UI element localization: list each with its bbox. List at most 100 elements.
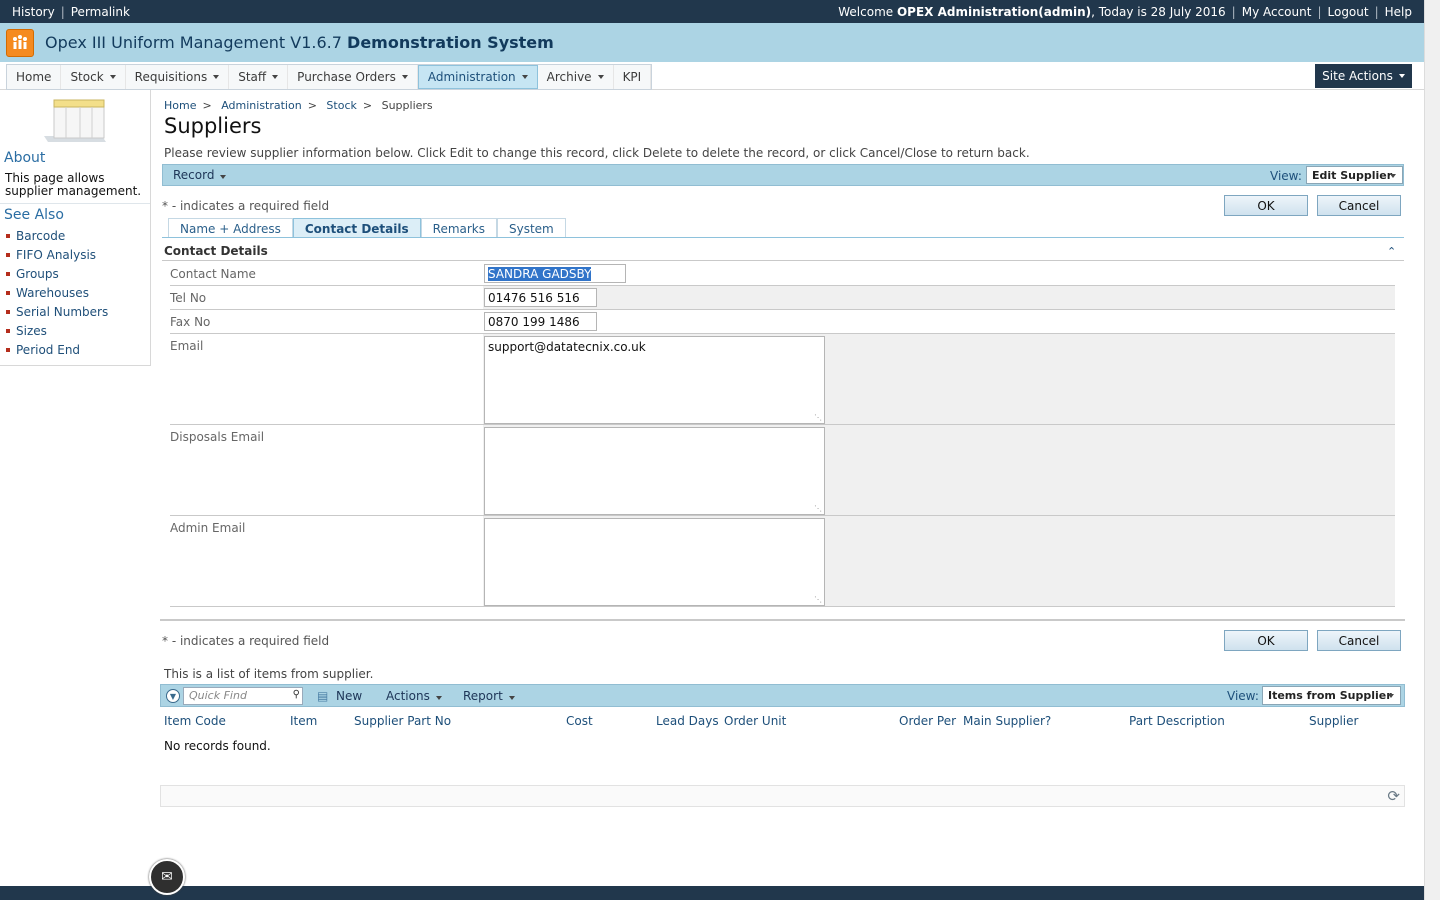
nav-item-requisitions[interactable]: Requisitions <box>126 65 230 89</box>
report-menu[interactable]: Report <box>463 689 515 703</box>
column-header-part-description[interactable]: Part Description <box>1129 714 1225 728</box>
breadcrumb-current: Suppliers <box>381 99 433 112</box>
tab-name-address[interactable]: Name + Address <box>168 218 293 238</box>
nav-item-home[interactable]: Home <box>7 65 62 89</box>
view-select[interactable]: Edit Supplier <box>1306 166 1403 184</box>
welcome-prefix: Welcome <box>838 4 894 19</box>
nav-item-purchase-orders[interactable]: Purchase Orders <box>288 65 418 89</box>
disposals-email-row: Disposals Email ⋱ <box>170 425 1395 516</box>
see-also-link-sizes[interactable]: Sizes <box>6 321 108 340</box>
resize-grip-icon[interactable]: ⋱ <box>814 413 822 422</box>
tab-system[interactable]: System <box>497 218 566 238</box>
mail-icon[interactable]: ✉ <box>149 859 185 895</box>
email-textarea[interactable]: support@datatecnix.co.uk ⋱ <box>484 336 825 424</box>
actions-menu[interactable]: Actions <box>386 689 442 703</box>
nav-item-administration[interactable]: Administration <box>417 65 538 89</box>
bullet-icon <box>6 328 10 333</box>
field-cell: ⋱ <box>483 516 1395 606</box>
ok-button-bottom[interactable]: OK <box>1224 630 1308 651</box>
quick-find-toggle-icon[interactable]: ▼ <box>166 689 180 703</box>
top-nav: Home Stock Requisitions Staff Purchase Order… <box>6 64 653 90</box>
breadcrumb-administration[interactable]: Administration <box>221 99 302 112</box>
admin-email-label: Admin Email <box>170 521 246 535</box>
contact-name-input[interactable]: SANDRA GADSBY <box>484 264 626 283</box>
permalink-link[interactable]: Permalink <box>71 5 130 19</box>
disposals-email-label: Disposals Email <box>170 430 265 444</box>
vertical-scrollbar[interactable] <box>1424 0 1440 900</box>
app-logo-icon[interactable] <box>6 28 34 57</box>
separator: | <box>1231 4 1236 19</box>
history-link[interactable]: History <box>12 5 55 19</box>
fax-no-input[interactable]: 0870 199 1486 <box>484 312 597 331</box>
bullet-icon <box>6 309 10 314</box>
column-header-order-unit[interactable]: Order Unit <box>724 714 786 728</box>
see-also-link-groups[interactable]: Groups <box>6 264 108 283</box>
app-title: Opex III Uniform Management V1.6.7 Demon… <box>45 33 554 52</box>
help-link[interactable]: Help <box>1385 5 1412 19</box>
nav-item-stock[interactable]: Stock <box>61 65 126 89</box>
nav-item-kpi[interactable]: KPI <box>614 65 652 89</box>
form-bottom-divider <box>160 619 1405 621</box>
search-icon[interactable]: ⚲ <box>293 689 300 700</box>
breadcrumb-home[interactable]: Home <box>164 99 196 112</box>
bottom-bar <box>0 886 1424 900</box>
chevron-down-icon <box>521 75 528 79</box>
column-header-order-per[interactable]: Order Per <box>899 714 956 728</box>
chevron-down-icon <box>109 75 116 79</box>
refresh-icon[interactable]: ⟳ <box>1387 787 1400 805</box>
chevron-down-icon <box>435 696 442 700</box>
cancel-button-bottom[interactable]: Cancel <box>1317 630 1401 651</box>
divider <box>0 203 150 204</box>
column-header-cost[interactable]: Cost <box>566 714 593 728</box>
grid-footer: ⟳ <box>160 785 1405 807</box>
bullet-icon <box>6 252 10 257</box>
see-also-link-serial-numbers[interactable]: Serial Numbers <box>6 302 108 321</box>
see-also-link-fifo-analysis[interactable]: FIFO Analysis <box>6 245 108 264</box>
column-header-lead-days[interactable]: Lead Days <box>656 714 719 728</box>
column-header-supplier[interactable]: Supplier <box>1309 714 1358 728</box>
page-image-icon <box>44 99 106 142</box>
column-header-item[interactable]: Item <box>290 714 317 728</box>
see-also-link-period-end[interactable]: Period End <box>6 340 108 359</box>
ok-button[interactable]: OK <box>1224 195 1308 216</box>
nav-item-archive[interactable]: Archive <box>538 65 614 89</box>
disposals-email-textarea[interactable]: ⋱ <box>484 427 825 515</box>
column-header-main-supplier[interactable]: Main Supplier? <box>963 714 1051 728</box>
email-label: Email <box>170 339 204 353</box>
tel-no-label: Tel No <box>170 291 207 305</box>
email-row: Email support@datatecnix.co.uk ⋱ <box>170 334 1395 425</box>
chevron-down-icon <box>1390 174 1396 178</box>
admin-email-row: Admin Email ⋱ <box>170 516 1395 607</box>
resize-grip-icon[interactable]: ⋱ <box>814 595 822 604</box>
admin-email-textarea[interactable]: ⋱ <box>484 518 825 606</box>
quick-find-input[interactable]: Quick Find ⚲ <box>183 687 303 705</box>
column-header-item-code[interactable]: Item Code <box>164 714 226 728</box>
items-view-select[interactable]: Items from Supplier <box>1262 686 1401 705</box>
field-cell: 01476 516 516 <box>483 286 1395 309</box>
chevron-down-icon <box>213 75 220 79</box>
cancel-button[interactable]: Cancel <box>1317 195 1401 216</box>
chevron-down-icon <box>272 75 279 79</box>
tab-contact-details[interactable]: Contact Details <box>292 218 421 238</box>
nav-item-staff[interactable]: Staff <box>229 65 289 89</box>
chevron-down-icon <box>597 75 604 79</box>
items-view-label: View: <box>1227 689 1259 703</box>
collapse-icon[interactable]: ⌃ <box>1387 245 1396 258</box>
tab-remarks[interactable]: Remarks <box>420 218 497 238</box>
site-actions-button[interactable]: Site Actions <box>1315 64 1412 88</box>
see-also-heading: See Also <box>4 207 64 223</box>
section-divider <box>162 260 1404 261</box>
chevron-down-icon <box>1388 694 1394 698</box>
fax-no-row: Fax No 0870 199 1486 <box>170 310 1395 334</box>
record-menu[interactable]: Record <box>173 168 227 182</box>
see-also-link-warehouses[interactable]: Warehouses <box>6 283 108 302</box>
logout-link[interactable]: Logout <box>1328 5 1369 19</box>
see-also-link-barcode[interactable]: Barcode <box>6 226 108 245</box>
new-item-button[interactable]: ▤ New <box>317 689 362 703</box>
tel-no-input[interactable]: 01476 516 516 <box>484 288 597 307</box>
resize-grip-icon[interactable]: ⋱ <box>814 504 822 513</box>
breadcrumb-stock[interactable]: Stock <box>326 99 356 112</box>
chevron-down-icon <box>401 75 408 79</box>
my-account-link[interactable]: My Account <box>1242 5 1312 19</box>
column-header-supplier-part-no[interactable]: Supplier Part No <box>354 714 451 728</box>
